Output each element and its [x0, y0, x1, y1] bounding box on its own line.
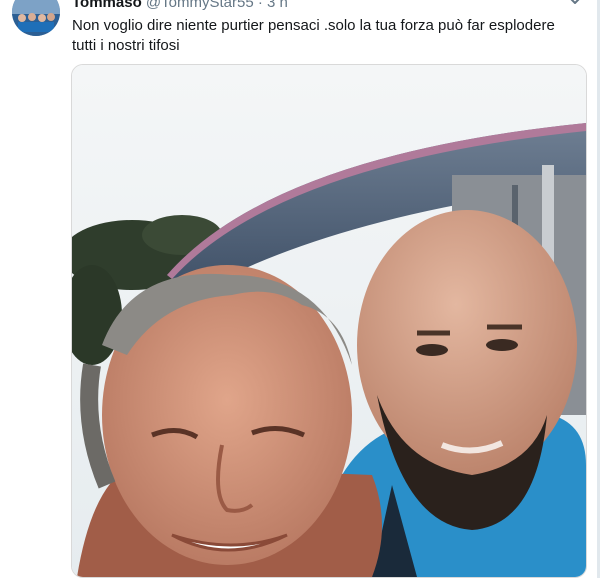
avatar-image	[12, 0, 60, 36]
tweet[interactable]: Tommaso @TommyStar55 · 3 h Non voglio di…	[0, 0, 600, 578]
tweet-text: Non voglio dire niente purtier pensaci .…	[72, 16, 572, 56]
author-name[interactable]: Tommaso	[72, 0, 142, 11]
tweet-header: Tommaso @TommyStar55 · 3 h	[72, 0, 288, 12]
tweet-text-line: Non voglio dire niente purtier pensaci .…	[72, 17, 555, 34]
author-handle[interactable]: @TommyStar55	[146, 0, 254, 11]
avatar[interactable]	[12, 0, 60, 36]
tweet-text-line: tutti i nostri tifosi	[72, 37, 180, 54]
header-separator: ·	[257, 0, 263, 11]
timestamp[interactable]: 3 h	[267, 0, 288, 11]
selfie-image	[72, 65, 586, 577]
chevron-down-icon[interactable]	[566, 0, 584, 10]
tweet-photo[interactable]	[71, 64, 587, 578]
